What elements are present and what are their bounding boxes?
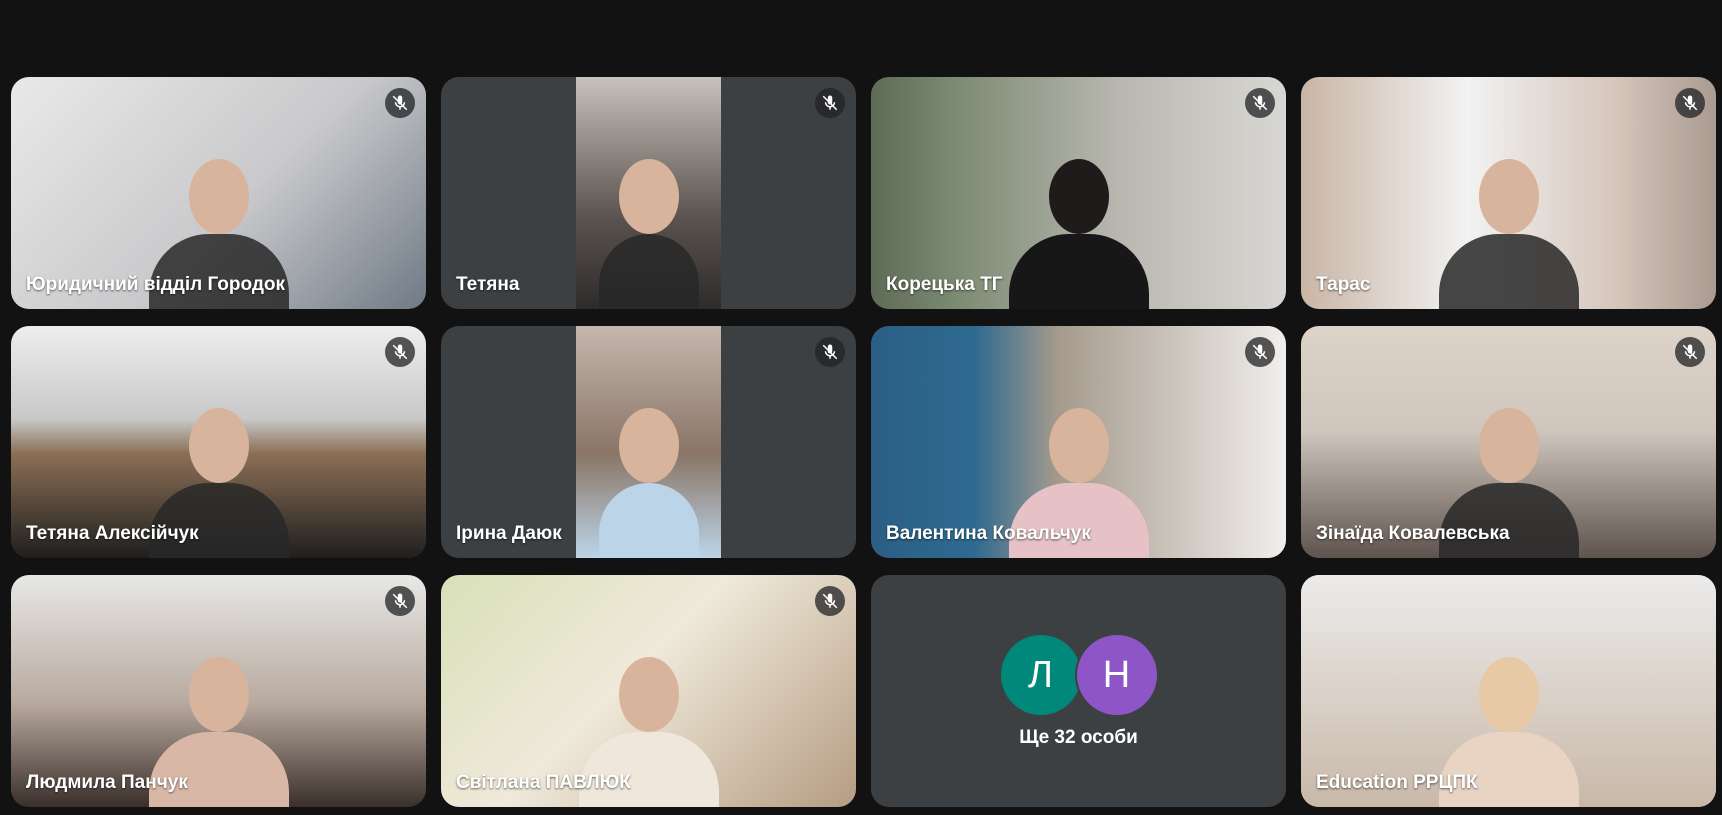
participant-tile-active-speaker[interactable]: Education РРЦПК <box>1301 575 1716 807</box>
participant-tile[interactable]: Тетяна Алексійчук <box>11 326 426 558</box>
participant-name: Зінаїда Ковалевська <box>1316 523 1510 544</box>
participant-tile[interactable]: Тетяна <box>441 77 856 309</box>
mic-off-icon <box>385 586 415 616</box>
participant-tile[interactable]: Тарас <box>1301 77 1716 309</box>
others-summary: Л Н Ще 32 особи <box>871 575 1286 807</box>
participant-name: Тетяна Алексійчук <box>26 523 199 544</box>
avatar: Л <box>998 633 1083 717</box>
participant-tile[interactable]: Ірина Даюк <box>441 326 856 558</box>
participant-name: Людмила Панчук <box>26 772 188 793</box>
participant-name: Тарас <box>1316 274 1371 295</box>
participant-figure <box>594 139 704 309</box>
participant-figure <box>594 388 704 558</box>
mic-off-icon <box>815 337 845 367</box>
mic-off-icon <box>1675 337 1705 367</box>
participant-figure <box>1004 139 1154 309</box>
mic-off-icon <box>1245 337 1275 367</box>
others-count-label: Ще 32 особи <box>1019 727 1138 748</box>
participant-name: Корецька ТГ <box>886 274 1003 295</box>
participant-figure <box>1434 139 1584 309</box>
participant-video <box>576 77 721 309</box>
others-avatars: Л Н <box>998 633 1159 717</box>
participant-name: Світлана ПАВЛЮК <box>456 772 631 793</box>
mic-off-icon <box>1245 88 1275 118</box>
participant-tile[interactable]: Світлана ПАВЛЮК <box>441 575 856 807</box>
avatar: Н <box>1074 633 1159 717</box>
participant-name: Ірина Даюк <box>456 523 562 544</box>
mic-off-icon <box>385 337 415 367</box>
mic-off-icon <box>815 88 845 118</box>
video-grid: Юридичний відділ Городок Тетяна Корецька… <box>11 77 1716 807</box>
participant-name: Тетяна <box>456 274 520 295</box>
participant-tile[interactable]: Зінаїда Ковалевська <box>1301 326 1716 558</box>
mic-off-icon <box>815 586 845 616</box>
participant-tile[interactable]: Валентина Ковальчук <box>871 326 1286 558</box>
mic-off-icon <box>385 88 415 118</box>
participant-tile[interactable]: Юридичний відділ Городок <box>11 77 426 309</box>
participant-tile[interactable]: Людмила Панчук <box>11 575 426 807</box>
participant-tile[interactable]: Корецька ТГ <box>871 77 1286 309</box>
participant-video <box>576 326 721 558</box>
participant-name: Валентина Ковальчук <box>886 523 1091 544</box>
others-tile[interactable]: Л Н Ще 32 особи <box>871 575 1286 807</box>
participant-name: Юридичний відділ Городок <box>26 274 286 295</box>
mic-off-icon <box>1675 88 1705 118</box>
participant-name: Education РРЦПК <box>1316 772 1478 793</box>
